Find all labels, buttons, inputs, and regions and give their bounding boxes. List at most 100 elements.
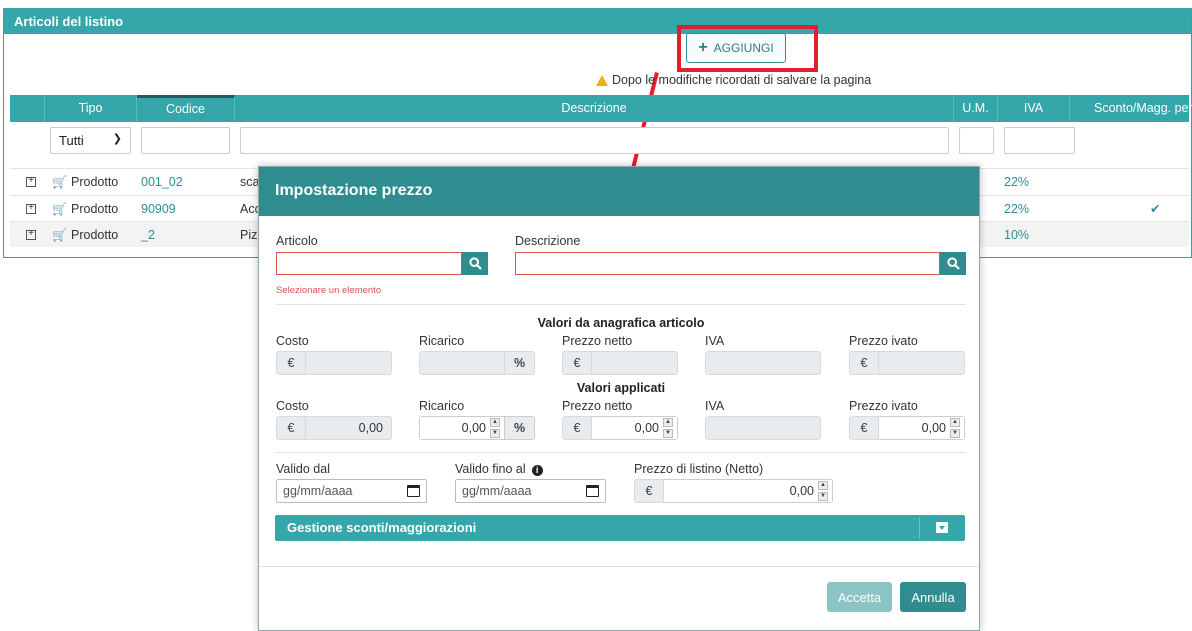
accordion-title: Gestione sconti/maggiorazioni bbox=[287, 520, 477, 535]
row-tipo: Prodotto bbox=[71, 228, 119, 242]
descrizione-label: Descrizione bbox=[515, 234, 581, 248]
iva-label: IVA bbox=[705, 399, 725, 413]
search-icon bbox=[468, 257, 482, 270]
prezzo-listino-input[interactable]: 0,00 ▲ ▼ bbox=[664, 479, 833, 503]
price-settings-modal: Impostazione prezzo Articolo Selezionare… bbox=[258, 166, 980, 631]
col-codice[interactable]: Codice bbox=[137, 95, 235, 122]
descrizione-input[interactable] bbox=[515, 252, 940, 275]
costo-label: Costo bbox=[276, 399, 309, 413]
prezzo-ivato-label: Prezzo ivato bbox=[849, 334, 918, 348]
codice-filter-input[interactable] bbox=[141, 127, 230, 154]
appl-prezzo-ivato-input[interactable]: 0,00 ▲ ▼ bbox=[879, 416, 965, 440]
articolo-field-group bbox=[276, 252, 488, 275]
appl-ricarico-value: 0,00 bbox=[461, 421, 486, 435]
warning-icon bbox=[596, 74, 608, 86]
anag-ricarico-value bbox=[419, 351, 505, 375]
appl-iva-value bbox=[705, 416, 821, 440]
expand-icon[interactable]: + bbox=[26, 203, 36, 214]
row-codice[interactable]: _2 bbox=[141, 222, 155, 248]
stepper[interactable]: ▲ ▼ bbox=[663, 418, 673, 438]
prezzo-netto-label: Prezzo netto bbox=[562, 399, 633, 413]
col-descrizione[interactable]: Descrizione bbox=[235, 95, 954, 122]
iva-filter-input[interactable] bbox=[1004, 127, 1075, 154]
col-sconto[interactable]: Sconto/Magg. per bbox=[1070, 95, 1192, 122]
tipo-filter-value: Tutti bbox=[59, 133, 84, 148]
valido-fino-label-wrap: Valido fino al i bbox=[455, 462, 543, 476]
articolo-label: Articolo bbox=[276, 234, 318, 248]
valido-dal-input[interactable]: gg/mm/aaaa bbox=[276, 479, 427, 503]
valido-fino-label: Valido fino al bbox=[455, 462, 526, 476]
expand-icon[interactable]: + bbox=[26, 229, 36, 240]
anag-ricarico-field: % bbox=[419, 351, 535, 375]
prezzo-netto-label: Prezzo netto bbox=[562, 334, 633, 348]
save-notice-text: Dopo le modifiche ricordati di salvare l… bbox=[612, 73, 872, 87]
um-filter-input[interactable] bbox=[959, 127, 994, 154]
euro-addon: € bbox=[276, 416, 306, 440]
col-tipo[interactable]: Tipo bbox=[45, 95, 137, 122]
expand-toggle-icon[interactable] bbox=[936, 522, 948, 533]
cancel-button[interactable]: Annulla bbox=[900, 582, 966, 612]
euro-addon: € bbox=[276, 351, 306, 375]
row-codice[interactable]: 001_02 bbox=[141, 169, 183, 195]
row-codice[interactable]: 90909 bbox=[141, 196, 176, 222]
ricarico-label: Ricarico bbox=[419, 334, 465, 348]
highlight-box bbox=[677, 25, 818, 72]
anagrafica-title: Valori da anagrafica articolo bbox=[537, 316, 705, 330]
anag-iva-field bbox=[705, 351, 821, 375]
appl-prezzo-netto-input[interactable]: 0,00 ▲ ▼ bbox=[592, 416, 678, 440]
anag-iva-value bbox=[705, 351, 821, 375]
descrizione-search-button[interactable] bbox=[940, 252, 966, 275]
percent-addon: % bbox=[505, 416, 535, 440]
expand-icon[interactable]: + bbox=[26, 176, 36, 187]
euro-addon: € bbox=[849, 351, 879, 375]
articolo-search-button[interactable] bbox=[462, 252, 488, 275]
prezzo-listino-label: Prezzo di listino (Netto) bbox=[634, 462, 764, 476]
divider bbox=[276, 452, 966, 453]
footer-divider bbox=[259, 566, 979, 567]
col-iva[interactable]: IVA bbox=[998, 95, 1070, 122]
euro-addon: € bbox=[849, 416, 879, 440]
anag-prezzo-netto-field: € bbox=[562, 351, 678, 375]
valido-fino-input[interactable]: gg/mm/aaaa bbox=[455, 479, 606, 503]
sconti-accordion[interactable]: Gestione sconti/maggiorazioni bbox=[275, 515, 965, 541]
costo-label: Costo bbox=[276, 334, 309, 348]
col-um[interactable]: U.M. bbox=[954, 95, 998, 122]
prezzo-listino-field: € 0,00 ▲ ▼ bbox=[634, 479, 833, 503]
prezzo-ivato-label: Prezzo ivato bbox=[849, 399, 918, 413]
appl-iva-field bbox=[705, 416, 821, 440]
appl-prezzo-ivato-field: € 0,00 ▲ ▼ bbox=[849, 416, 965, 440]
valido-fino-placeholder: gg/mm/aaaa bbox=[462, 484, 532, 498]
anag-costo-value bbox=[306, 351, 392, 375]
info-icon[interactable]: i bbox=[531, 465, 543, 476]
calendar-icon[interactable] bbox=[407, 485, 420, 497]
stepper[interactable]: ▲ ▼ bbox=[818, 481, 828, 501]
appl-prezzo-ivato-value: 0,00 bbox=[921, 421, 946, 435]
iva-label: IVA bbox=[705, 334, 725, 348]
anag-prezzo-netto-value bbox=[592, 351, 678, 375]
row-iva: 22% bbox=[1004, 175, 1030, 189]
cart-icon: 🛒 bbox=[52, 202, 67, 216]
appl-prezzo-netto-field: € 0,00 ▲ ▼ bbox=[562, 416, 678, 440]
ricarico-label: Ricarico bbox=[419, 399, 465, 413]
anag-costo-field: € bbox=[276, 351, 392, 375]
cart-icon: 🛒 bbox=[52, 175, 67, 189]
euro-addon: € bbox=[634, 479, 664, 503]
prezzo-listino-value: 0,00 bbox=[789, 484, 814, 498]
appl-ricarico-input[interactable]: 0,00 ▲ ▼ bbox=[419, 416, 505, 440]
euro-addon: € bbox=[562, 351, 592, 375]
row-tipo: Prodotto bbox=[71, 202, 119, 216]
error-message: Selezionare un elemento bbox=[276, 285, 382, 296]
stepper[interactable]: ▲ ▼ bbox=[490, 418, 500, 438]
panel-title: Articoli del listino bbox=[4, 9, 1191, 34]
articolo-input[interactable] bbox=[276, 252, 462, 275]
stepper[interactable]: ▲ ▼ bbox=[950, 418, 960, 438]
modal-title: Impostazione prezzo bbox=[259, 167, 979, 216]
row-iva: 10% bbox=[1004, 228, 1030, 242]
tipo-filter-select[interactable]: Tutti ❯ bbox=[50, 127, 131, 154]
valido-dal-placeholder: gg/mm/aaaa bbox=[283, 484, 353, 498]
calendar-icon[interactable] bbox=[586, 485, 599, 497]
accept-button[interactable]: Accetta bbox=[827, 582, 892, 612]
cart-icon: 🛒 bbox=[52, 228, 67, 242]
row-iva: 22% bbox=[1004, 202, 1030, 216]
descrizione-filter-input[interactable] bbox=[240, 127, 949, 154]
